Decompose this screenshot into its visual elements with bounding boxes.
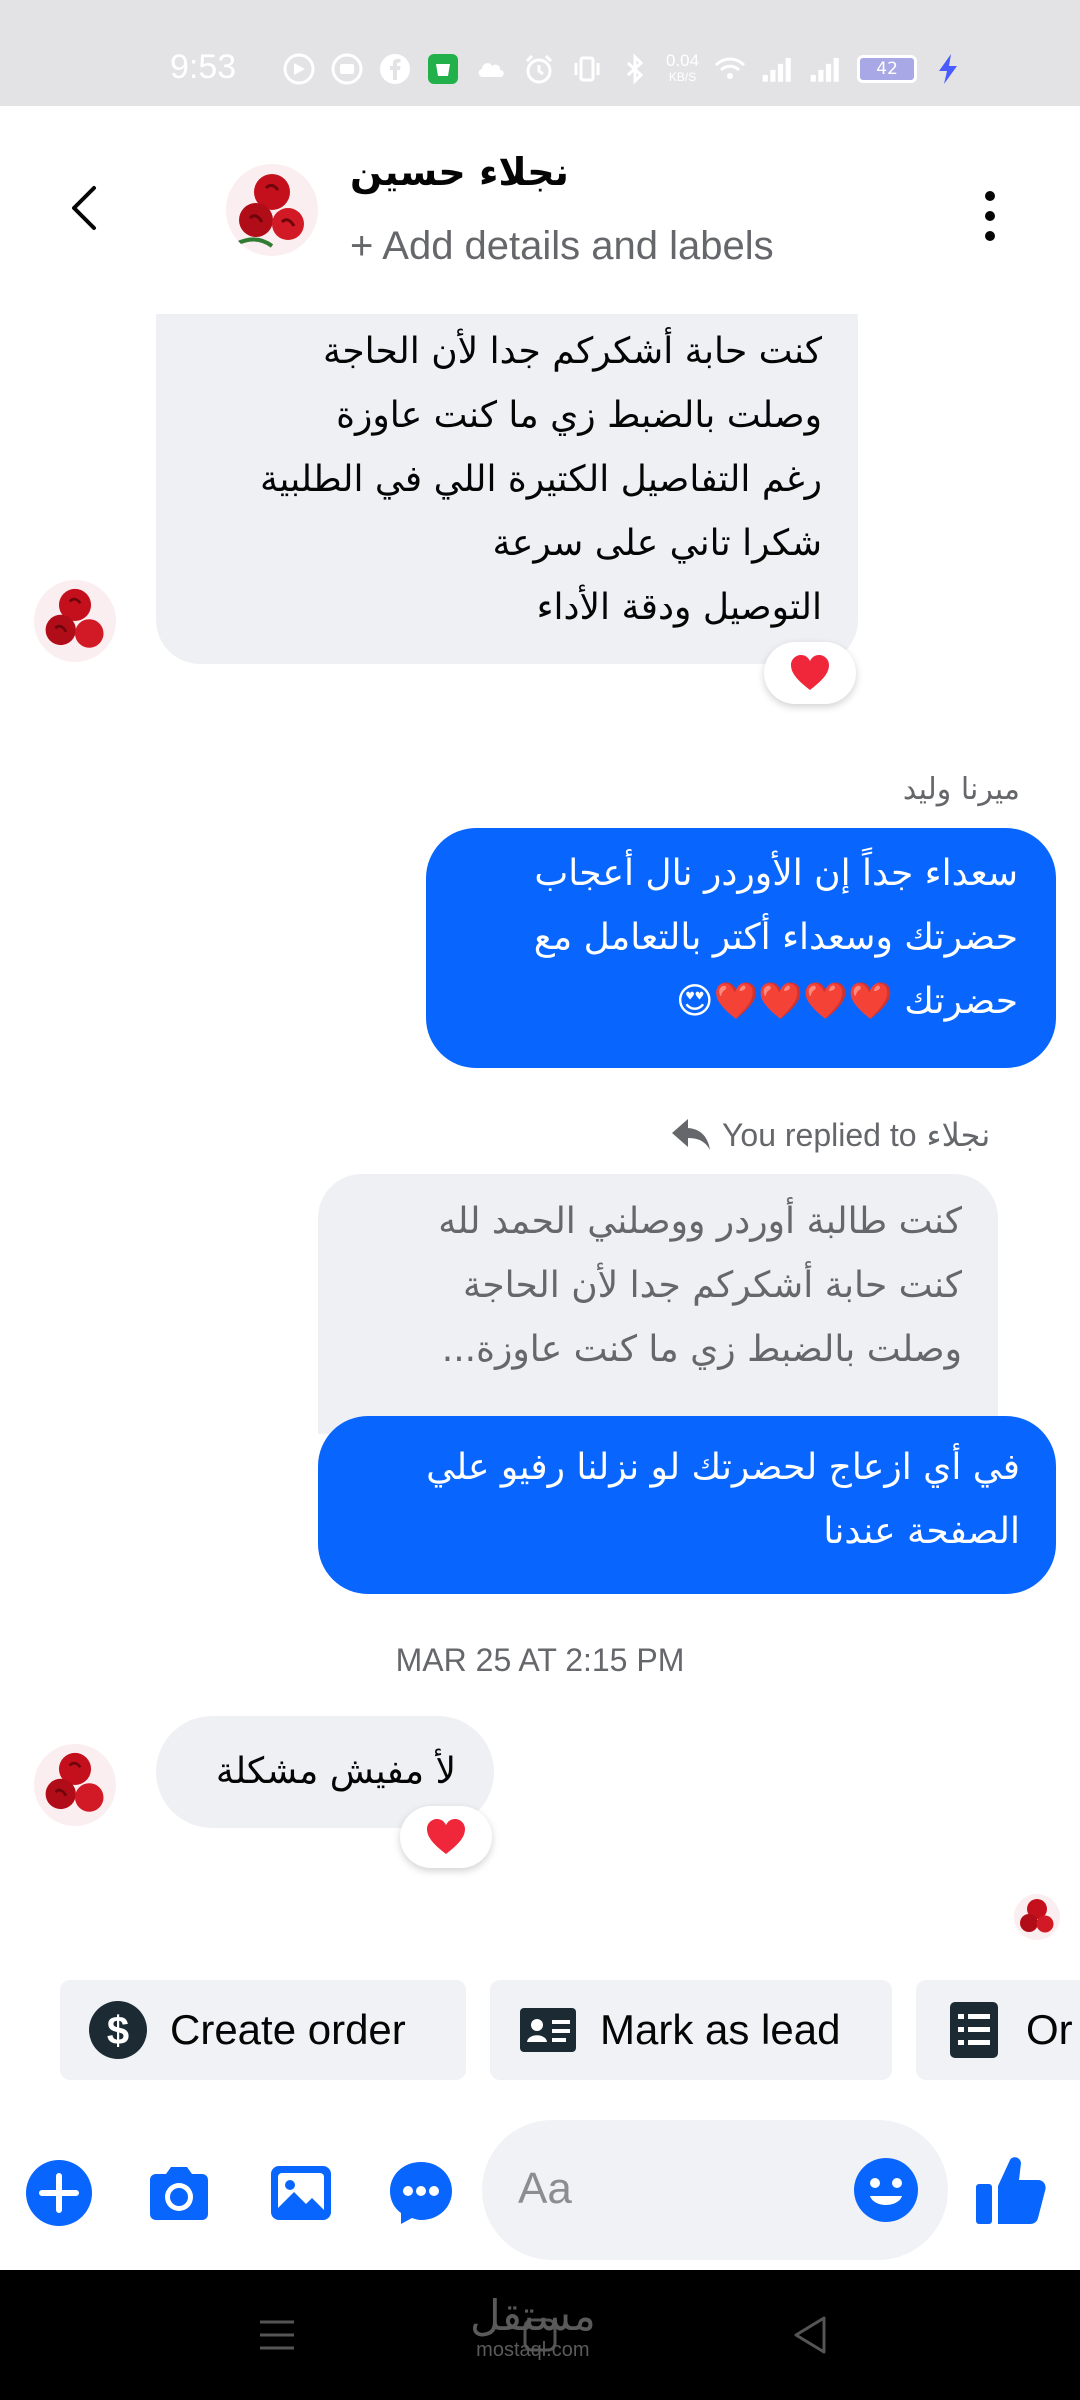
- quoted-message[interactable]: كنت طالبة أوردر ووصلني الحمد لله كنت حاب…: [318, 1174, 998, 1434]
- plus-circle-icon[interactable]: [24, 2158, 94, 2228]
- message-line: رغم التفاصيل الكتيرة اللي في الطلبية: [260, 459, 822, 500]
- sender-avatar[interactable]: [34, 1744, 116, 1826]
- outgoing-reply-message[interactable]: في أي ازعاج لحضرتك لو نزلنا رفيو علي الص…: [318, 1416, 1056, 1594]
- gallery-icon[interactable]: [266, 2158, 336, 2228]
- battery-level: 42: [876, 59, 898, 79]
- dollar-icon: $: [89, 2001, 147, 2059]
- contact-avatar[interactable]: [226, 164, 318, 256]
- message-composer: Aa: [0, 2110, 1080, 2270]
- system-navigation-bar: مستقل mostaql.com: [0, 2270, 1080, 2400]
- status-bar: 9:53 0.04 KB/S 42: [0, 0, 1080, 106]
- message-line: الصفحة عندنا: [823, 1511, 1020, 1552]
- message-input[interactable]: Aa: [482, 2120, 948, 2260]
- heart-icon: [427, 1819, 465, 1854]
- watermark: مستقل mostaql.com: [470, 2291, 596, 2361]
- replied-to-label: You replied to نجلاء: [670, 1116, 990, 1154]
- saved-replies-icon[interactable]: [386, 2158, 456, 2228]
- contact-name[interactable]: نجلاء حسين: [350, 150, 569, 194]
- message-input-placeholder: Aa: [518, 2164, 572, 2213]
- message-line: شكرا تاني على سرعة: [492, 523, 822, 564]
- quick-actions-bar: $ Create order Mark as lead Or: [0, 1980, 1080, 2090]
- status-icons: 0.04 KB/S 42: [282, 52, 965, 86]
- replied-to-name: نجلاء: [926, 1116, 991, 1154]
- message-text: لأ مفيش مشكلة: [215, 1751, 456, 1792]
- like-thumbs-up-icon[interactable]: [970, 2150, 1050, 2230]
- conversation-header: نجلاء حسين + Add details and labels: [0, 106, 1080, 314]
- create-order-button[interactable]: $ Create order: [60, 1980, 466, 2080]
- network-speed-unit: KB/S: [668, 70, 697, 84]
- charging-icon: [939, 54, 958, 84]
- message-line: حضرتك ❤️❤️❤️❤️😍: [676, 981, 1018, 1022]
- mark-as-lead-label: Mark as lead: [600, 2006, 841, 2053]
- roses-avatar-image: [226, 164, 318, 256]
- message-line: سعداء جداً إن الأوردر نال أعجاب: [534, 853, 1018, 894]
- back-arrow-icon[interactable]: [60, 182, 112, 234]
- quote-line: كنت طالبة أوردر ووصلني الحمد لله: [438, 1201, 962, 1242]
- message-line: كنت حابة أشكركم جدا لأن الحاجة: [323, 331, 822, 372]
- sender-avatar[interactable]: [34, 580, 116, 662]
- message-line: حضرتك وسعداء أكتر بالتعامل مع: [533, 917, 1018, 958]
- heart-icon: [791, 655, 829, 690]
- reply-arrow-icon: [672, 1119, 710, 1150]
- message-line: التوصيل ودقة الأداء: [536, 587, 822, 628]
- status-time: 9:53: [170, 48, 237, 86]
- orders-label: Or: [1026, 2006, 1073, 2053]
- heart-reaction[interactable]: [764, 642, 856, 704]
- message-line: وصلت بالضبط زي ما كنت عاوزة: [336, 395, 822, 436]
- back-nav-icon[interactable]: [786, 2310, 836, 2360]
- sender-name: ميرنا وليد: [902, 772, 1020, 807]
- add-details-link[interactable]: + Add details and labels: [350, 224, 774, 269]
- watermark-url: mostaql.com: [476, 2339, 590, 2361]
- more-options-icon[interactable]: [970, 186, 1010, 246]
- mark-as-lead-button[interactable]: Mark as lead: [490, 1980, 892, 2080]
- alarm-icon: [525, 54, 553, 84]
- quote-line: وصلت بالضبط زي ما كنت عاوزة...: [441, 1329, 962, 1370]
- network-speed-value: 0.04: [666, 51, 700, 70]
- roses-avatar-image: [34, 580, 116, 662]
- list-doc-icon: [950, 2002, 998, 2058]
- bluetooth-icon: [626, 53, 644, 85]
- create-order-label: Create order: [170, 2006, 406, 2053]
- quote-line: كنت حابة أشكركم جدا لأن الحاجة: [463, 1265, 962, 1306]
- roses-avatar-image: [34, 1744, 116, 1826]
- outgoing-message-1[interactable]: سعداء جداً إن الأوردر نال أعجاب حضرتك وس…: [426, 828, 1056, 1068]
- facebook-notification-icon: [380, 54, 410, 84]
- cloud-icon: [478, 63, 504, 77]
- message-timestamp: MAR 25 AT 2:15 PM: [395, 1642, 685, 1678]
- replied-label-text: You replied to: [722, 1116, 917, 1153]
- incoming-message-1[interactable]: كنت حابة أشكركم جدا لأن الحاجة وصلت بالض…: [156, 314, 858, 664]
- seen-indicator-avatar: [1014, 1894, 1060, 1940]
- network-speed: 0.04 KB/S: [666, 51, 700, 85]
- heart-reaction[interactable]: [400, 1806, 492, 1868]
- wifi-icon: [715, 57, 746, 79]
- messenger-conversation-screen: 9:53 0.04 KB/S 42 نجلاء حسين + Add detai…: [0, 0, 1080, 2400]
- recent-apps-icon[interactable]: [252, 2310, 302, 2360]
- vibrate-icon: [574, 56, 600, 82]
- message-line: في أي ازعاج لحضرتك لو نزلنا رفيو علي: [426, 1447, 1020, 1488]
- media-notification-icon: [331, 53, 363, 85]
- signal-1-icon: [762, 57, 791, 82]
- store-notification-icon: [428, 54, 458, 84]
- roses-avatar-image: [1014, 1894, 1060, 1940]
- signal-2-icon: [810, 57, 839, 82]
- svg-text:$: $: [107, 2009, 129, 2053]
- battery-indicator: 42: [857, 55, 918, 83]
- camera-icon[interactable]: [144, 2158, 214, 2228]
- app-notification-icon: [283, 53, 315, 85]
- emoji-icon[interactable]: [852, 2156, 920, 2224]
- orders-button[interactable]: Or: [916, 1980, 1080, 2080]
- watermark-arabic: مستقل: [470, 2291, 596, 2340]
- id-card-icon: [520, 2008, 576, 2052]
